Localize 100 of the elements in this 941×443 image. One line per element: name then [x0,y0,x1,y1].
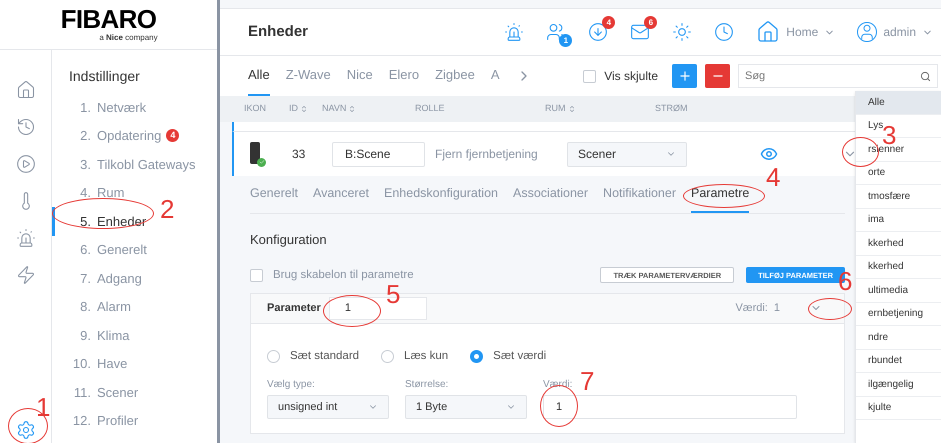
home-selector[interactable]: Home [756,20,836,44]
add-button[interactable] [672,64,697,88]
dropdown-option[interactable]: kkerhed [856,256,941,279]
dropdown-option[interactable]: kjulte [856,396,941,420]
dropdown-option[interactable]: rbundet [856,350,941,373]
bolt-icon[interactable] [16,265,36,285]
home-icon[interactable] [16,80,36,100]
dropdown-option[interactable]: orte [856,162,941,185]
count-badge: 1 [559,34,572,47]
nav-item[interactable]: 1. Netværk [52,93,217,122]
annotation-number: 1 [36,394,50,420]
filter-tab[interactable]: Z-Wave [286,56,331,96]
column-header[interactable]: RUM [545,102,576,116]
value-field[interactable]: 1 [543,395,797,419]
annotation-circle [323,295,381,327]
dropdown-option[interactable]: ernbetjening [856,302,941,326]
dropdown-option[interactable]: ndre [856,326,941,350]
detail-tab[interactable]: Notifikationer [603,176,676,213]
history-icon[interactable] [16,117,36,137]
radio-label: Sæt værdi [493,348,546,364]
logo-tagline: a Nice company [99,32,158,44]
settings-heading: Indstillinger [69,67,141,86]
sort-icon[interactable] [348,105,356,113]
sort-icon[interactable] [300,105,308,113]
nav-item[interactable]: 8. Alarm [52,292,217,321]
nav-item[interactable]: 2. Opdatering 4 [52,122,217,150]
column-header[interactable]: ID [289,102,308,116]
filter-tab[interactable]: Zigbee [435,56,475,96]
user-name[interactable]: admin [883,23,916,41]
plus-icon[interactable] [678,69,692,83]
detail-tab[interactable]: Associationer [513,176,588,213]
select-field[interactable]: 1 Byte [405,395,527,419]
dropdown-option[interactable]: ilgængelig [856,373,941,396]
radio-label: Sæt standard [290,348,360,364]
nav-item[interactable]: 10. Have [52,350,217,378]
brand-logo: FIBARO [60,6,156,32]
alarm-icon[interactable] [16,228,36,248]
device-name-field[interactable]: B:Scene [332,142,425,166]
show-hidden-checkbox[interactable] [583,70,596,82]
device-id: 33 [292,146,306,163]
user-avatar-icon[interactable] [857,22,878,42]
settings-icon[interactable] [16,420,36,440]
count-badge: 6 [644,16,658,29]
room-select[interactable]: Scener [567,142,687,166]
filter-tab[interactable]: A [490,56,500,96]
alarm-icon[interactable] [504,22,524,42]
value-label: Værdi: [735,301,768,316]
parameter-label: Parameter [267,301,321,316]
dropdown-option[interactable]: tmosfære [856,185,941,208]
radio-button[interactable] [381,350,394,363]
dropdown-option[interactable]: ultimedia [856,279,941,302]
annotation-number: 7 [580,368,594,394]
column-header[interactable]: ROLLE [415,102,445,116]
count-badge: 4 [166,129,180,142]
annotation-circle [808,298,852,320]
radio-button[interactable] [470,350,484,363]
detail-tab[interactable]: Enhedskonfiguration [384,176,498,213]
detail-tab[interactable]: Parametre [691,176,750,213]
column-header[interactable]: STRØM [655,102,688,116]
radio-button[interactable] [267,350,280,363]
download-icon[interactable] [588,22,608,42]
nav-item[interactable]: 11. Scener [52,378,217,406]
play-icon[interactable] [16,154,36,174]
section-title: Konfiguration [250,231,328,249]
filter-tab[interactable]: Nice [346,56,373,96]
search-input[interactable]: Søg [745,68,920,84]
search-field[interactable]: Søg [738,64,938,88]
mail-icon[interactable] [630,22,650,42]
home-icon[interactable] [756,20,780,44]
radio-label: Læs kun [404,348,448,364]
template-checkbox[interactable] [250,268,263,282]
user-menu[interactable]: admin [857,22,933,42]
show-hidden-label: Vis skjulte [604,68,658,85]
value-text: 1 [774,301,780,316]
clock-icon[interactable] [714,22,734,42]
column-header[interactable]: IKON [244,102,266,116]
nav-item[interactable]: 12. Profiler [52,406,217,435]
nav-item[interactable]: 7. Adgang [52,264,217,292]
detail-tab[interactable]: Avanceret [312,176,370,213]
filter-tab[interactable]: Elero [388,56,420,96]
detail-tab[interactable]: Generelt [250,176,298,213]
nav-item[interactable]: 3. Tilkobl Gateways [52,150,217,178]
dropdown-option[interactable]: Alle [856,91,941,114]
field-label: Størrelse: [405,378,448,392]
sort-icon[interactable] [568,105,576,113]
search-icon[interactable] [920,70,931,82]
sun-icon[interactable] [672,22,692,42]
column-header[interactable]: NAVN [322,102,356,116]
annotation-number: 4 [766,164,780,190]
nav-item[interactable]: 9. Klima [52,321,217,350]
dropdown-option[interactable]: kkerhed [856,232,941,256]
field-label: Vælg type: [267,378,315,392]
template-label: Brug skabelon til parametre [273,268,414,282]
page-title: Enheder [248,22,308,42]
visibility-icon[interactable] [760,145,778,163]
dropdown-option[interactable]: ima [856,208,941,232]
select-field[interactable]: unsigned int [267,395,389,419]
home-label[interactable]: Home [786,23,818,41]
device-icon [250,142,266,166]
nav-item[interactable]: 6. Generelt [52,236,217,264]
